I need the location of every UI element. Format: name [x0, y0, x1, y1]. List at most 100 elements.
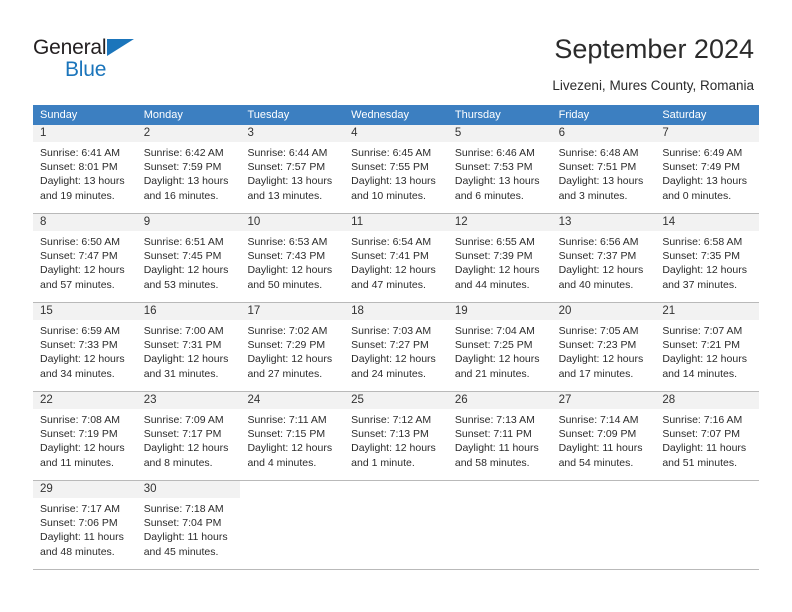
calendar-day-cell[interactable]: 23 Sunrise: 7:09 AM Sunset: 7:17 PM Dayl…	[136, 392, 241, 480]
day-number: 11	[344, 214, 448, 231]
calendar-day-cell[interactable]: 4 Sunrise: 6:45 AM Sunset: 7:55 PM Dayli…	[344, 125, 448, 213]
weekday-header-monday: Monday	[143, 109, 183, 121]
daylight-text-line1: Daylight: 13 hours	[247, 175, 333, 188]
day-details: Sunrise: 6:56 AM Sunset: 7:37 PM Dayligh…	[552, 231, 656, 298]
sunrise-text: Sunrise: 6:56 AM	[558, 236, 639, 248]
calendar-day-cell[interactable]: 12 Sunrise: 6:55 AM Sunset: 7:39 PM Dayl…	[447, 214, 552, 302]
sunset-text: Sunset: 7:57 PM	[247, 161, 326, 174]
calendar-day-cell[interactable]: 28 Sunrise: 7:16 AM Sunset: 7:07 PM Dayl…	[655, 392, 760, 480]
day-number: 26	[447, 392, 552, 409]
daylight-text-line1: Daylight: 13 hours	[40, 175, 125, 188]
day-details: Sunrise: 6:48 AM Sunset: 7:51 PM Dayligh…	[552, 142, 656, 209]
calendar-day-cell[interactable]: 14 Sunrise: 6:58 AM Sunset: 7:35 PM Dayl…	[655, 214, 760, 302]
daylight-text-line1: Daylight: 12 hours	[40, 353, 125, 366]
day-details: Sunrise: 6:50 AM Sunset: 7:47 PM Dayligh…	[33, 231, 137, 298]
sunrise-text: Sunrise: 7:00 AM	[143, 325, 224, 337]
day-number: 13	[551, 214, 656, 231]
sunrise-text: Sunrise: 6:45 AM	[351, 147, 432, 159]
daylight-text-line2: and 16 minutes.	[143, 189, 219, 202]
calendar-day-cell[interactable]: 3 Sunrise: 6:44 AM Sunset: 7:57 PM Dayli…	[240, 125, 345, 213]
calendar-day-cell-empty	[344, 481, 448, 569]
weekday-header-tuesday: Tuesday	[247, 109, 290, 121]
sunset-text: Sunset: 7:37 PM	[558, 250, 637, 263]
calendar-day-cell[interactable]: 20 Sunrise: 7:05 AM Sunset: 7:23 PM Dayl…	[551, 303, 656, 391]
calendar-week-row: 1 Sunrise: 6:41 AM Sunset: 8:01 PM Dayli…	[33, 125, 760, 214]
calendar-day-cell[interactable]: 5 Sunrise: 6:46 AM Sunset: 7:53 PM Dayli…	[447, 125, 552, 213]
daylight-text-line1: Daylight: 12 hours	[454, 264, 540, 277]
daylight-text-line1: Daylight: 13 hours	[454, 175, 540, 188]
day-number: 2	[136, 125, 241, 142]
sunrise-text: Sunrise: 7:08 AM	[40, 414, 120, 426]
sunset-text: Sunset: 7:11 PM	[454, 428, 532, 441]
calendar-day-cell[interactable]: 15 Sunrise: 6:59 AM Sunset: 7:33 PM Dayl…	[33, 303, 137, 391]
day-number: 20	[551, 303, 656, 320]
calendar-day-cell[interactable]: 11 Sunrise: 6:54 AM Sunset: 7:41 PM Dayl…	[344, 214, 448, 302]
calendar-day-cell[interactable]: 27 Sunrise: 7:14 AM Sunset: 7:09 PM Dayl…	[551, 392, 656, 480]
calendar-day-cell[interactable]: 7 Sunrise: 6:49 AM Sunset: 7:49 PM Dayli…	[655, 125, 760, 213]
calendar-day-cell[interactable]: 26 Sunrise: 7:13 AM Sunset: 7:11 PM Dayl…	[447, 392, 552, 480]
daylight-text-line2: and 57 minutes.	[40, 278, 115, 291]
daylight-text-line2: and 17 minutes.	[558, 367, 634, 380]
calendar-day-cell[interactable]: 19 Sunrise: 7:04 AM Sunset: 7:25 PM Dayl…	[447, 303, 552, 391]
day-number	[344, 481, 448, 498]
day-details: Sunrise: 7:18 AM Sunset: 7:04 PM Dayligh…	[137, 498, 241, 565]
calendar-week-row: 15 Sunrise: 6:59 AM Sunset: 7:33 PM Dayl…	[33, 303, 760, 392]
daylight-text-line2: and 31 minutes.	[143, 367, 219, 380]
day-details: Sunrise: 7:04 AM Sunset: 7:25 PM Dayligh…	[448, 320, 552, 387]
sunrise-text: Sunrise: 7:09 AM	[143, 414, 224, 426]
calendar-day-cell[interactable]: 9 Sunrise: 6:51 AM Sunset: 7:45 PM Dayli…	[136, 214, 241, 302]
brand-logo: General Blue	[33, 36, 173, 84]
sunrise-text: Sunrise: 7:18 AM	[143, 503, 224, 515]
calendar-day-cell[interactable]: 8 Sunrise: 6:50 AM Sunset: 7:47 PM Dayli…	[33, 214, 137, 302]
calendar-day-cell[interactable]: 21 Sunrise: 7:07 AM Sunset: 7:21 PM Dayl…	[655, 303, 760, 391]
daylight-text-line2: and 19 minutes.	[40, 189, 115, 202]
sunrise-text: Sunrise: 7:12 AM	[351, 414, 432, 426]
calendar-day-cell[interactable]: 18 Sunrise: 7:03 AM Sunset: 7:27 PM Dayl…	[344, 303, 448, 391]
day-details: Sunrise: 7:03 AM Sunset: 7:27 PM Dayligh…	[344, 320, 448, 387]
calendar-day-cell-empty	[655, 481, 760, 569]
sunrise-text: Sunrise: 6:51 AM	[143, 236, 224, 248]
sunrise-text: Sunrise: 6:46 AM	[454, 147, 535, 159]
sunrise-text: Sunrise: 7:13 AM	[454, 414, 535, 426]
sunset-text: Sunset: 7:06 PM	[40, 517, 118, 530]
day-details: Sunrise: 6:55 AM Sunset: 7:39 PM Dayligh…	[448, 231, 552, 298]
page-subtitle: Livezeni, Mures County, Romania	[552, 78, 754, 93]
triangle-icon	[107, 39, 134, 56]
day-number: 10	[240, 214, 345, 231]
day-number: 3	[240, 125, 345, 142]
calendar-day-cell[interactable]: 25 Sunrise: 7:12 AM Sunset: 7:13 PM Dayl…	[344, 392, 448, 480]
calendar-day-cell[interactable]: 13 Sunrise: 6:56 AM Sunset: 7:37 PM Dayl…	[551, 214, 656, 302]
day-number: 29	[33, 481, 137, 498]
sunset-text: Sunset: 7:41 PM	[351, 250, 429, 263]
daylight-text-line2: and 51 minutes.	[662, 456, 738, 469]
calendar-day-cell[interactable]: 10 Sunrise: 6:53 AM Sunset: 7:43 PM Dayl…	[240, 214, 345, 302]
weekday-header-sunday: Sunday	[40, 109, 78, 121]
calendar-day-cell[interactable]: 2 Sunrise: 6:42 AM Sunset: 7:59 PM Dayli…	[136, 125, 241, 213]
calendar-day-cell[interactable]: 1 Sunrise: 6:41 AM Sunset: 8:01 PM Dayli…	[33, 125, 137, 213]
daylight-text-line1: Daylight: 12 hours	[143, 442, 229, 455]
calendar-day-cell[interactable]: 17 Sunrise: 7:02 AM Sunset: 7:29 PM Dayl…	[240, 303, 345, 391]
day-number: 14	[655, 214, 760, 231]
daylight-text-line2: and 3 minutes.	[558, 189, 628, 202]
sunrise-text: Sunrise: 7:07 AM	[662, 325, 743, 337]
day-details: Sunrise: 6:53 AM Sunset: 7:43 PM Dayligh…	[240, 231, 344, 298]
day-number: 23	[136, 392, 241, 409]
day-details: Sunrise: 7:05 AM Sunset: 7:23 PM Dayligh…	[552, 320, 656, 387]
calendar-day-cell[interactable]: 22 Sunrise: 7:08 AM Sunset: 7:19 PM Dayl…	[33, 392, 137, 480]
calendar-day-cell[interactable]: 29 Sunrise: 7:17 AM Sunset: 7:06 PM Dayl…	[33, 481, 137, 569]
sunset-text: Sunset: 7:39 PM	[454, 250, 533, 263]
sunset-text: Sunset: 8:01 PM	[40, 161, 118, 174]
day-number: 28	[655, 392, 760, 409]
daylight-text-line1: Daylight: 11 hours	[143, 531, 228, 544]
daylight-text-line2: and 45 minutes.	[143, 545, 219, 558]
calendar-day-cell[interactable]: 24 Sunrise: 7:11 AM Sunset: 7:15 PM Dayl…	[240, 392, 345, 480]
day-number: 21	[655, 303, 760, 320]
day-details: Sunrise: 7:11 AM Sunset: 7:15 PM Dayligh…	[240, 409, 344, 476]
daylight-text-line1: Daylight: 12 hours	[351, 353, 436, 366]
calendar-day-cell[interactable]: 30 Sunrise: 7:18 AM Sunset: 7:04 PM Dayl…	[136, 481, 241, 569]
daylight-text-line1: Daylight: 11 hours	[40, 531, 124, 544]
daylight-text-line2: and 6 minutes.	[454, 189, 524, 202]
sunrise-text: Sunrise: 7:03 AM	[351, 325, 432, 337]
calendar-day-cell[interactable]: 6 Sunrise: 6:48 AM Sunset: 7:51 PM Dayli…	[551, 125, 656, 213]
calendar-day-cell[interactable]: 16 Sunrise: 7:00 AM Sunset: 7:31 PM Dayl…	[136, 303, 241, 391]
